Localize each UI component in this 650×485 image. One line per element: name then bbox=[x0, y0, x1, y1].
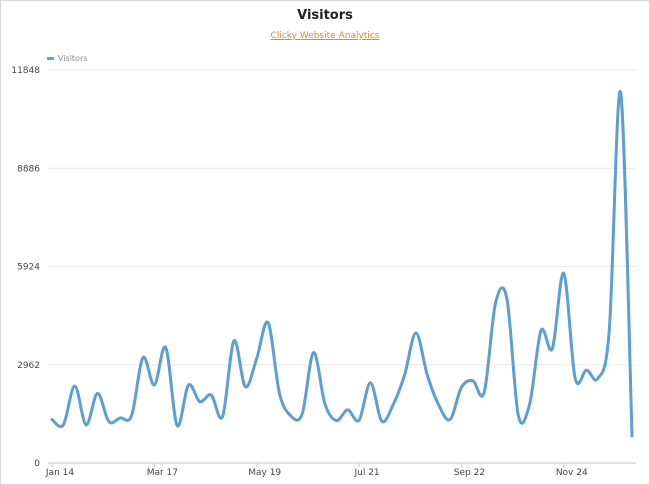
data-point[interactable] bbox=[208, 392, 214, 398]
data-point[interactable] bbox=[561, 270, 567, 276]
data-point[interactable] bbox=[595, 375, 601, 381]
data-point[interactable] bbox=[436, 402, 442, 408]
data-point[interactable] bbox=[549, 346, 555, 352]
y-tick-label: 11848 bbox=[11, 66, 40, 76]
data-point[interactable] bbox=[322, 401, 328, 407]
data-point[interactable] bbox=[379, 418, 385, 424]
x-tick-label: Jan 14 bbox=[45, 468, 74, 478]
data-point[interactable] bbox=[299, 411, 305, 417]
x-tick-label: May 19 bbox=[248, 468, 281, 478]
gridlines bbox=[48, 69, 636, 464]
data-point[interactable] bbox=[504, 296, 510, 302]
data-point[interactable] bbox=[220, 414, 226, 420]
x-tick-label: Sep 22 bbox=[454, 468, 485, 478]
data-point[interactable] bbox=[413, 330, 419, 336]
data-point[interactable] bbox=[265, 320, 271, 326]
data-point[interactable] bbox=[151, 382, 157, 388]
series-line-visitors[interactable] bbox=[50, 90, 634, 438]
y-tick-label: 2962 bbox=[17, 361, 40, 371]
data-point[interactable] bbox=[629, 433, 635, 439]
x-axis: Jan 14 Mar 17 May 19 Jul 21 Sep 22 Nov 24 bbox=[45, 463, 588, 478]
data-point[interactable] bbox=[493, 300, 499, 306]
data-point[interactable] bbox=[345, 407, 351, 413]
data-point[interactable] bbox=[83, 422, 89, 428]
y-tick-label: 8886 bbox=[17, 164, 40, 174]
line-chart: 0 2962 5924 8886 11848 Jan 14 Mar 17 May 19 Jul… bbox=[11, 66, 636, 478]
data-point[interactable] bbox=[458, 384, 464, 390]
series-visitors bbox=[49, 89, 635, 439]
data-point[interactable] bbox=[584, 367, 590, 373]
data-point[interactable] bbox=[231, 338, 237, 344]
y-axis: 0 2962 5924 8886 11848 bbox=[11, 66, 40, 469]
data-point[interactable] bbox=[606, 327, 612, 333]
data-point[interactable] bbox=[538, 328, 544, 334]
data-point[interactable] bbox=[197, 399, 203, 405]
data-point[interactable] bbox=[72, 383, 78, 389]
data-point[interactable] bbox=[117, 415, 123, 421]
data-point[interactable] bbox=[515, 412, 521, 418]
data-point[interactable] bbox=[618, 89, 624, 95]
data-point[interactable] bbox=[481, 389, 487, 395]
data-point[interactable] bbox=[163, 345, 169, 351]
data-point[interactable] bbox=[185, 382, 191, 388]
data-point[interactable] bbox=[288, 413, 294, 419]
data-point[interactable] bbox=[174, 423, 180, 429]
data-point[interactable] bbox=[106, 419, 112, 425]
y-tick-label: 0 bbox=[34, 459, 40, 469]
data-point[interactable] bbox=[333, 418, 339, 424]
data-point[interactable] bbox=[49, 417, 55, 423]
data-point[interactable] bbox=[276, 390, 282, 396]
data-point[interactable] bbox=[356, 417, 362, 423]
data-point[interactable] bbox=[242, 384, 248, 390]
data-point[interactable] bbox=[254, 356, 260, 362]
x-tick-label: Nov 24 bbox=[556, 468, 588, 478]
data-point[interactable] bbox=[60, 422, 66, 428]
data-point[interactable] bbox=[402, 372, 408, 378]
data-point[interactable] bbox=[527, 401, 533, 407]
x-tick-label: Jul 21 bbox=[353, 468, 379, 478]
y-tick-label: 5924 bbox=[17, 263, 40, 273]
data-point[interactable] bbox=[129, 413, 135, 419]
data-point[interactable] bbox=[424, 372, 430, 378]
data-point[interactable] bbox=[470, 378, 476, 384]
data-point[interactable] bbox=[367, 380, 373, 386]
data-point[interactable] bbox=[94, 390, 100, 396]
data-point[interactable] bbox=[140, 355, 146, 361]
data-point[interactable] bbox=[390, 402, 396, 408]
data-point[interactable] bbox=[311, 350, 317, 356]
data-point[interactable] bbox=[447, 417, 453, 423]
data-point[interactable] bbox=[572, 375, 578, 381]
x-tick-label: Mar 17 bbox=[147, 468, 178, 478]
